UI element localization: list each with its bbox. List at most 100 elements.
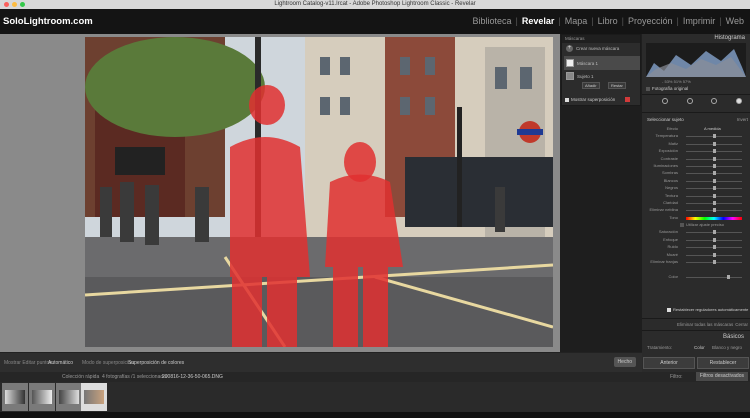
filmstrip-count: 4 fotografías /1 seleccionada/ [102, 374, 168, 380]
reset-auto-toggle[interactable]: Restablecer reguladores automáticamente [667, 307, 748, 312]
slider-thumb[interactable] [713, 134, 716, 139]
slider-label: Muaré [666, 251, 678, 257]
invert-label[interactable]: Invert [737, 117, 748, 122]
module-revelar[interactable]: Revelar [522, 16, 555, 26]
subject-item[interactable]: Sujeto 1 [566, 72, 594, 80]
slider-track[interactable] [686, 178, 742, 183]
slider-thumb[interactable] [713, 230, 716, 235]
slider-track[interactable] [686, 252, 742, 257]
checkbox-icon [680, 222, 684, 227]
slider-thumb[interactable] [713, 252, 716, 257]
module-mapa[interactable]: Mapa [565, 16, 588, 26]
toolbar: Mostrar Editar puntos: Automático Modo d… [0, 352, 642, 372]
slider-row: Negros [646, 185, 746, 192]
slider-track[interactable] [686, 149, 742, 154]
slider-track[interactable] [686, 186, 742, 191]
slider-label: Enfoque [663, 236, 678, 242]
slider-label: Negros [665, 185, 678, 191]
slider-thumb[interactable] [713, 200, 716, 205]
slider-track[interactable] [686, 156, 742, 161]
crop-tool-icon[interactable] [662, 98, 668, 104]
slider-label: Matiz [668, 140, 678, 146]
slider-thumb[interactable] [713, 156, 716, 161]
overlay-mode-select[interactable]: Superposición de colores [128, 360, 184, 366]
slider-track[interactable] [686, 141, 742, 146]
select-subject-header: Seleccionar sujeto [647, 117, 684, 122]
slider-row: Blancos [646, 178, 746, 185]
slider-thumb[interactable] [713, 260, 716, 265]
module-imprimir[interactable]: Imprimir [683, 16, 716, 26]
slider-thumb[interactable] [713, 237, 716, 242]
slider-row: Enfoque [646, 237, 746, 244]
original-photo-toggle[interactable]: Fotografía original [646, 86, 688, 91]
module-biblioteca[interactable]: Biblioteca [472, 16, 511, 26]
photo-preview[interactable] [85, 37, 553, 347]
slider-list: Efecto A medida Temperatura Matiz Exposición… [646, 126, 746, 281]
fine-adjust-toggle[interactable]: Utilizar ajuste preciso [680, 222, 724, 227]
slider-thumb[interactable] [713, 163, 716, 168]
basic-panel-title[interactable]: Básicos [723, 334, 744, 340]
slider-thumb[interactable] [713, 171, 716, 176]
slider-row [646, 266, 746, 273]
slider-label: Eliminar franjas [650, 259, 678, 265]
slider-row: Contraste [646, 156, 746, 163]
create-mask-label: Crear nueva máscara [576, 46, 620, 51]
slider-row: Efecto A medida [646, 126, 746, 133]
previous-button[interactable]: Anterior [643, 357, 695, 369]
slider-label: Saturación [658, 229, 678, 235]
filmstrip-thumb[interactable] [29, 383, 55, 411]
mask-tool-icon[interactable] [735, 98, 742, 104]
module-proyeccion[interactable]: Proyección [628, 16, 673, 26]
edit-pins-select[interactable]: Automático [48, 360, 73, 366]
slider-thumb[interactable] [713, 186, 716, 191]
checkbox-icon [565, 97, 569, 102]
histogram-title: Histograma [714, 35, 745, 41]
slider-track[interactable] [686, 200, 742, 205]
treatment-color[interactable]: Color [694, 345, 705, 350]
filmstrip-source[interactable]: Colección rápida [62, 374, 99, 380]
slider-thumb[interactable] [713, 208, 716, 213]
slider-track[interactable] [686, 245, 742, 250]
slider-label: Sombras [661, 170, 678, 176]
dock-bar [0, 412, 750, 418]
module-libro[interactable]: Libro [598, 16, 618, 26]
reset-button[interactable]: Restablecer [697, 357, 749, 369]
slider-track[interactable] [686, 260, 742, 265]
redeye-tool-icon[interactable] [711, 98, 718, 104]
subtract-mask-button[interactable]: Restar [608, 82, 626, 89]
slider-track[interactable] [686, 171, 742, 176]
slider-track[interactable] [686, 193, 742, 198]
mask-item[interactable]: Máscara 1 [566, 59, 598, 67]
filmstrip-thumb[interactable] [56, 383, 82, 411]
slider-track[interactable] [686, 237, 742, 242]
slider-track[interactable] [686, 208, 742, 213]
slider-track[interactable] [686, 230, 742, 235]
add-mask-button[interactable]: Añadir [582, 82, 600, 89]
filmstrip-thumb-selected[interactable] [81, 383, 107, 411]
show-overlay-toggle[interactable]: Mostrar superposición [565, 97, 615, 102]
create-mask-row[interactable]: + Crear nueva máscara [566, 45, 619, 52]
hue-slider[interactable] [686, 216, 742, 220]
remove-all-masks-link[interactable]: Eliminar todas las máscaras [677, 322, 733, 327]
slider-thumb[interactable] [713, 245, 716, 250]
slider-thumb[interactable] [713, 149, 716, 154]
slider-track[interactable] [686, 274, 742, 279]
slider-thumb[interactable] [713, 193, 716, 198]
slider-track[interactable] [686, 163, 742, 168]
slider-thumb[interactable] [713, 178, 716, 183]
slider-thumb[interactable] [713, 141, 716, 146]
filter-select[interactable]: Filtros desactivados [695, 372, 748, 381]
slider-thumb[interactable] [727, 274, 730, 279]
treatment-bw[interactable]: Blanco y negro [712, 345, 742, 350]
slider-track[interactable] [686, 134, 742, 139]
filmstrip-thumb[interactable] [2, 383, 28, 411]
slider-label: Blancos [663, 177, 678, 183]
effect-select[interactable]: A medida [704, 126, 721, 131]
overlay-color-swatch[interactable] [625, 97, 630, 102]
module-web[interactable]: Web [726, 16, 744, 26]
checkbox-icon [646, 86, 650, 91]
done-button[interactable]: Hecho [613, 357, 636, 367]
slider-label: Tono [669, 214, 678, 220]
close-mask-link[interactable]: Cerrar [735, 322, 748, 327]
heal-tool-icon[interactable] [686, 98, 693, 104]
